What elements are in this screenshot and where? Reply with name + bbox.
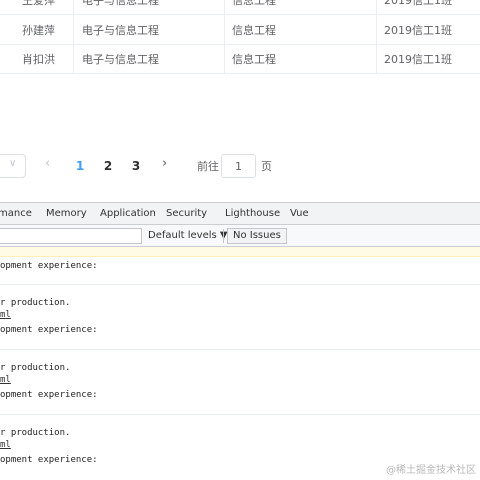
console-line: r production. [0,428,71,438]
cell-name: 肖扣洪 [22,53,55,66]
next-page-button[interactable]: › [162,156,167,171]
cell-dept: 信息工程 [232,0,276,7]
console-toolbar: Default levels ▼ No Issues [0,225,480,247]
cell-class: 2019信工1班 [384,24,452,37]
goto-suffix: 页 [261,160,272,173]
console-message: r production. ml opment experience: [0,285,480,350]
prev-page-button[interactable]: ‹ [45,156,50,171]
cell-dept: 信息工程 [232,24,276,37]
console-line: opment experience: [0,325,98,335]
console-line: opment experience: [0,455,98,465]
cell-class: 2019信工1班 [384,53,452,66]
console-source-link[interactable]: ml [0,310,11,320]
pagination: ∨ ‹ 1 2 3 › 前往 页 [0,152,480,180]
table-row[interactable]: 肖扣洪 电子与信息工程 信息工程 2019信工1班 [0,45,480,74]
tab-performance[interactable]: mance [0,203,32,225]
console-output: opment experience: r production. ml opme… [0,257,480,480]
cell-name: 孙建萍 [22,24,55,37]
console-source-link[interactable]: ml [0,375,11,385]
tab-security[interactable]: Security [166,203,207,225]
cell-major: 电子与信息工程 [82,53,159,66]
page-1-button[interactable]: 1 [72,157,88,175]
console-line: r production. [0,298,71,308]
console-message: r production. ml opment experience: [0,350,480,415]
chevron-down-icon: ∨ [9,158,17,169]
page-size-select[interactable]: ∨ [0,154,26,178]
toolbar-divider [223,229,224,243]
watermark: @稀土掘金技术社区 [386,465,476,476]
console-line: r production. [0,363,71,373]
console-filter-input[interactable] [0,228,142,244]
goto-page-input[interactable] [221,154,256,178]
cell-major: 电子与信息工程 [82,24,159,37]
console-line: opment experience: [0,261,98,271]
devtools-panel: mance Memory Application Security Lighth… [0,202,480,480]
cell-dept: 信息工程 [232,53,276,66]
tab-vue[interactable]: Vue [290,203,309,225]
tab-lighthouse[interactable]: Lighthouse [225,203,280,225]
table-row[interactable]: 孙建萍 电子与信息工程 信息工程 2019信工1班 [0,16,480,45]
warning-strip [0,247,480,257]
console-message: opment experience: [0,257,480,285]
log-levels-dropdown[interactable]: Default levels ▼ [148,228,228,244]
page-3-button[interactable]: 3 [128,157,144,175]
devtools-tab-bar: mance Memory Application Security Lighth… [0,203,480,225]
cell-name: 王爱萍 [22,0,55,7]
goto-label: 前往 [197,160,219,173]
console-line: opment experience: [0,390,98,400]
issues-button[interactable]: No Issues [227,228,287,244]
tab-memory[interactable]: Memory [46,203,87,225]
table-row[interactable]: 王爱萍 电子与信息工程 信息工程 2019信工1班 [0,0,480,15]
page-2-button[interactable]: 2 [100,157,116,175]
tab-application[interactable]: Application [100,203,156,225]
cell-major: 电子与信息工程 [82,0,159,7]
cell-class: 2019信工1班 [384,0,452,7]
console-source-link[interactable]: ml [0,440,11,450]
